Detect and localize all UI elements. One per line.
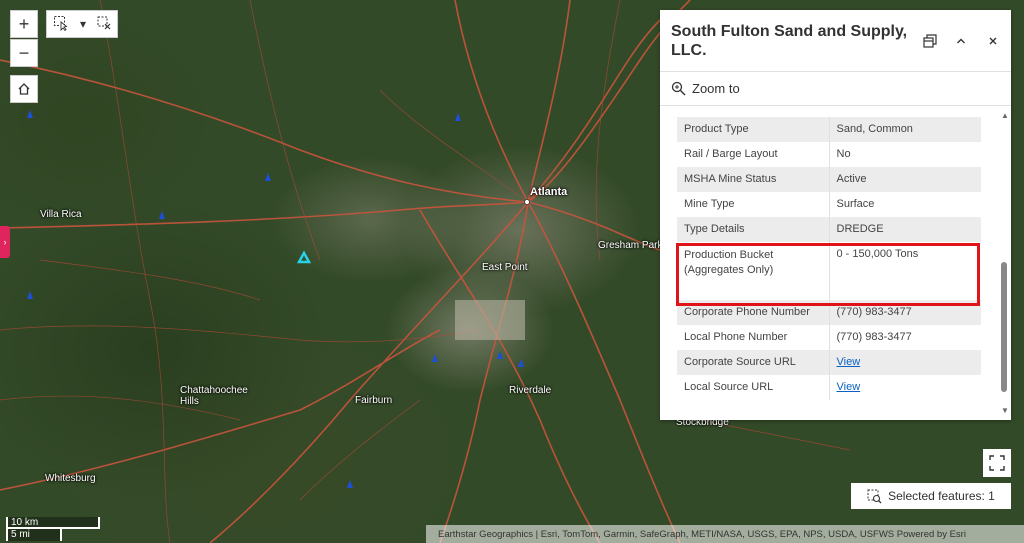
zoom-in-button[interactable]: + (10, 10, 38, 38)
attribute-label: Rail / Barge Layout (677, 142, 830, 167)
home-button[interactable] (10, 75, 38, 103)
attribute-value: Surface (836, 198, 875, 210)
table-row: Type Details DREDGE (677, 217, 981, 242)
zoom-to-action[interactable]: Zoom to (660, 72, 1011, 106)
selection-toolbar: ▾ (46, 10, 118, 38)
table-row: Local Phone Number (770) 983-3477 (677, 325, 981, 350)
attribute-value: (770) 983-3477 (836, 331, 912, 343)
select-cursor-icon (53, 15, 68, 31)
attribute-table: Product Type Sand, Common Rail / Barge L… (677, 117, 981, 400)
table-row: Production Bucket (Aggregates Only) 0 - … (677, 242, 981, 300)
attribute-value: DREDGE (829, 217, 981, 242)
attribute-label: Production Bucket (Aggregates Only) (677, 242, 830, 300)
scale-metric: 10 km (6, 517, 100, 529)
scale-bar: 10 km 5 mi (6, 517, 102, 541)
attribute-label: Mine Type (677, 192, 830, 217)
attribute-label: Corporate Phone Number (677, 300, 830, 325)
fullscreen-icon (989, 455, 1005, 471)
table-row: Corporate Phone Number (770) 983-3477 (677, 300, 981, 325)
map-label-atlanta: Atlanta (530, 186, 568, 198)
mine-markers[interactable] (27, 110, 524, 488)
attribute-value: Sand, Common (829, 117, 981, 142)
map-label-riverdale: Riverdale (509, 385, 552, 396)
attribute-label: Local Source URL (677, 375, 830, 400)
table-row: Product Type Sand, Common (677, 117, 981, 142)
attribute-label: MSHA Mine Status (677, 167, 830, 192)
popup-header: South Fulton Sand and Supply, LLC. (660, 10, 1011, 72)
chevron-up-icon (957, 38, 965, 44)
map-label-gresham-park: Gresham Park (598, 240, 663, 251)
attribute-panel[interactable]: Product Type Sand, Common Rail / Barge L… (660, 107, 1011, 420)
map-label-whitesburg: Whitesburg (45, 473, 96, 484)
map-label-chattahoochee-hills: Chattahoochee Hills (180, 385, 248, 407)
attribute-value: 0 - 150,000 Tons (836, 248, 919, 260)
attribute-value: No (836, 148, 851, 160)
collapse-popup-button[interactable] (950, 30, 972, 52)
selected-features-label: Selected features: 1 (888, 489, 995, 503)
close-icon (989, 37, 997, 45)
selection-dropdown-chevron-icon[interactable]: ▾ (80, 17, 86, 31)
popup-scrollbar[interactable]: ▲ ▼ (998, 107, 1011, 420)
home-icon (18, 83, 30, 95)
scrollbar-thumb[interactable] (1001, 262, 1007, 392)
clear-selection-icon (97, 16, 111, 29)
table-row: Corporate Source URL View (677, 350, 981, 375)
scale-imperial: 5 mi (6, 529, 62, 541)
fullscreen-button[interactable] (983, 449, 1011, 477)
corporate-source-link[interactable]: View (837, 356, 861, 368)
dock-popup-button[interactable] (919, 30, 941, 52)
clear-selection-button[interactable] (97, 16, 111, 33)
map-label-villa-rica: Villa Rica (40, 209, 82, 220)
scroll-down-icon[interactable]: ▼ (1001, 406, 1009, 415)
feature-popup: South Fulton Sand and Supply, LLC. Zoom … (660, 10, 1011, 420)
selected-features-button[interactable]: Selected features: 1 (851, 483, 1011, 509)
popup-title: South Fulton Sand and Supply, LLC. (671, 23, 908, 59)
table-row: Rail / Barge Layout No (677, 142, 981, 167)
zoom-out-button[interactable]: − (10, 39, 38, 67)
map-label-east-point: East Point (482, 262, 528, 273)
map-attribution: Earthstar Geographics | Esri, TomTom, Ga… (426, 525, 1024, 543)
selected-feature-marker[interactable] (296, 250, 312, 264)
close-popup-button[interactable] (982, 30, 1004, 52)
scroll-up-icon[interactable]: ▲ (1001, 111, 1009, 120)
select-by-rectangle-button[interactable] (53, 15, 69, 34)
attribute-label: Product Type (677, 117, 830, 142)
table-row: MSHA Mine Status Active (677, 167, 981, 192)
table-row: Mine Type Surface (677, 192, 981, 217)
chevron-right-icon: › (3, 237, 7, 247)
attribute-value-cell: View (829, 375, 981, 400)
zoom-to-label: Zoom to (692, 81, 740, 96)
attribute-label: Corporate Source URL (677, 350, 830, 375)
attribute-value: Active (829, 167, 981, 192)
local-source-link[interactable]: View (837, 381, 861, 393)
dock-icon (923, 34, 937, 48)
map-label-fairburn: Fairburn (355, 395, 393, 406)
side-panel-toggle[interactable]: › (0, 226, 10, 258)
attribute-label: Type Details (677, 217, 830, 242)
attribute-value-cell: View (829, 350, 981, 375)
attribute-value: (770) 983-3477 (829, 300, 981, 325)
selected-features-icon (867, 489, 882, 503)
zoom-to-icon (671, 81, 686, 96)
table-row: Local Source URL View (677, 375, 981, 400)
attribute-label: Local Phone Number (677, 325, 830, 350)
